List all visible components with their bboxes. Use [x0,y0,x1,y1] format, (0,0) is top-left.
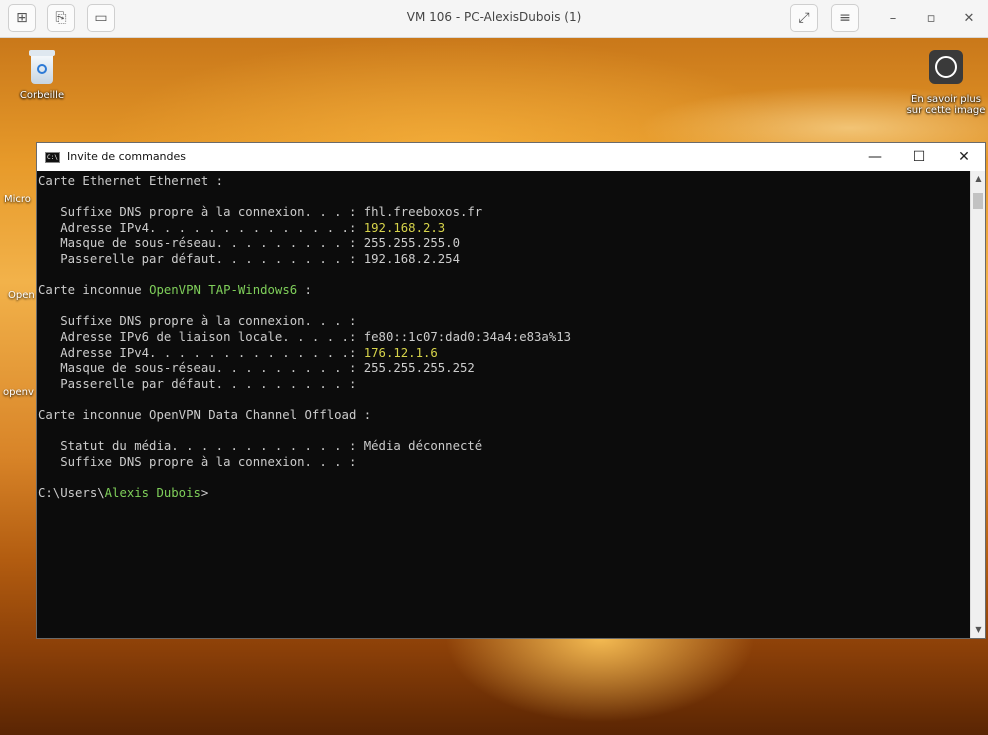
console-text: Masque de sous-réseau. . . . . . . . . : [38,361,364,376]
camera-icon [929,50,963,84]
desktop-partial-label-open[interactable]: Open [8,290,35,301]
console-text: Statut du média. . . . . . . . . . . . : [38,439,364,454]
console-text: > [200,485,209,500]
command-prompt-window[interactable]: C:\ Invite de commandes — ☐ ✕ Carte Ethe… [36,142,986,639]
console-text: Carte Ethernet Ethernet : [38,174,224,188]
cmd-window-title: Invite de commandes [67,150,187,163]
scroll-thumb[interactable] [973,193,983,209]
host-minimize-button[interactable]: – [883,9,903,29]
console-text: Média déconnecté [363,439,483,454]
host-restore-button[interactable]: ▫ [921,9,941,29]
console-line: C:\Users\Alexis Dubois> [38,486,970,502]
console-text: Suffixe DNS propre à la connexion. . . : [38,205,364,220]
console-output[interactable]: Carte Ethernet Ethernet : Suffixe DNS pr… [37,171,970,638]
host-close-button[interactable]: ✕ [959,9,979,29]
console-line: Passerelle par défaut. . . . . . . . . :… [38,252,970,268]
cmd-close-button[interactable]: ✕ [946,146,982,168]
learn-more-shortcut[interactable]: En savoir plus sur cette image [904,50,988,116]
console-text: Alexis Dubois [104,485,201,500]
console-text: 255.255.255.0 [363,236,460,251]
console-line: Masque de sous-réseau. . . . . . . . . :… [38,361,970,377]
menu-icon[interactable]: ≡ [831,4,859,32]
console-text: Suffixe DNS propre à la connexion. . . : [38,454,357,469]
console-text: : [297,283,312,298]
console-line: Carte inconnue OpenVPN TAP-Windows6 : [38,283,970,299]
console-line: Suffixe DNS propre à la connexion. . . : [38,314,970,330]
console-text: 192.168.2.254 [363,251,460,266]
console-text: C:\Users\ [38,485,105,500]
console-text: fhl.freeboxos.fr [363,205,483,220]
console-text: Adresse IPv6 de liaison locale. . . . .: [38,329,364,344]
fullscreen-icon[interactable]: ⤢ [790,4,818,32]
console-line: Statut du média. . . . . . . . . . . . :… [38,439,970,455]
console-text: 176.12.1.6 [363,345,438,360]
desktop-partial-label-micro[interactable]: Micro [4,194,31,205]
scroll-up-icon[interactable]: ▲ [971,171,986,187]
console-text: 255.255.255.252 [363,361,475,376]
recycle-bin-shortcut[interactable]: Corbeille [14,50,70,101]
console-text: Carte inconnue OpenVPN Data Channel Offl… [38,407,372,422]
console-line: Passerelle par défaut. . . . . . . . . : [38,377,970,393]
cmd-minimize-button[interactable]: — [857,146,893,168]
console-line: Masque de sous-réseau. . . . . . . . . :… [38,236,970,252]
console-text: Adresse IPv4. . . . . . . . . . . . . .: [38,345,364,360]
console-line: Adresse IPv4. . . . . . . . . . . . . .:… [38,346,970,362]
console-text: Masque de sous-réseau. . . . . . . . . : [38,236,364,251]
console-text: fe80::1c07:dad0:34a4:e83a%13 [363,329,572,344]
cmd-title-bar[interactable]: C:\ Invite de commandes — ☐ ✕ [37,143,985,171]
host-title-bar: ⊞ ⎘ ▭ VM 106 - PC-AlexisDubois (1) ⤢ ≡ –… [0,0,988,38]
recycle-bin-label: Corbeille [19,90,65,101]
vertical-scrollbar[interactable]: ▲ ▼ [970,171,985,638]
learn-more-label-1: En savoir plus [911,94,981,105]
console-text: 192.168.2.3 [363,220,446,235]
console-text: Passerelle par défaut. . . . . . . . . : [38,251,364,266]
cmd-maximize-button[interactable]: ☐ [901,146,937,168]
scroll-down-icon[interactable]: ▼ [971,622,986,638]
terminal-icon: C:\ [45,152,60,163]
console-text: Carte inconnue [38,283,150,298]
console-text: Suffixe DNS propre à la connexion. . . : [38,314,357,329]
console-text: OpenVPN TAP-Windows6 [149,283,298,298]
console-line: Carte inconnue OpenVPN Data Channel Offl… [38,408,970,424]
console-line: Adresse IPv4. . . . . . . . . . . . . .:… [38,221,970,237]
console-text: Adresse IPv4. . . . . . . . . . . . . .: [38,220,364,235]
console-text: Passerelle par défaut. . . . . . . . . : [38,376,357,391]
console-line: Carte Ethernet Ethernet : [38,174,970,190]
desktop-partial-label-openv[interactable]: openv [3,387,34,398]
console-line: Suffixe DNS propre à la connexion. . . : [38,455,970,471]
recycle-bin-icon [27,50,57,84]
console-line: Adresse IPv6 de liaison locale. . . . .:… [38,330,970,346]
console-line: Suffixe DNS propre à la connexion. . . :… [38,205,970,221]
learn-more-label-2: sur cette image [906,105,986,116]
